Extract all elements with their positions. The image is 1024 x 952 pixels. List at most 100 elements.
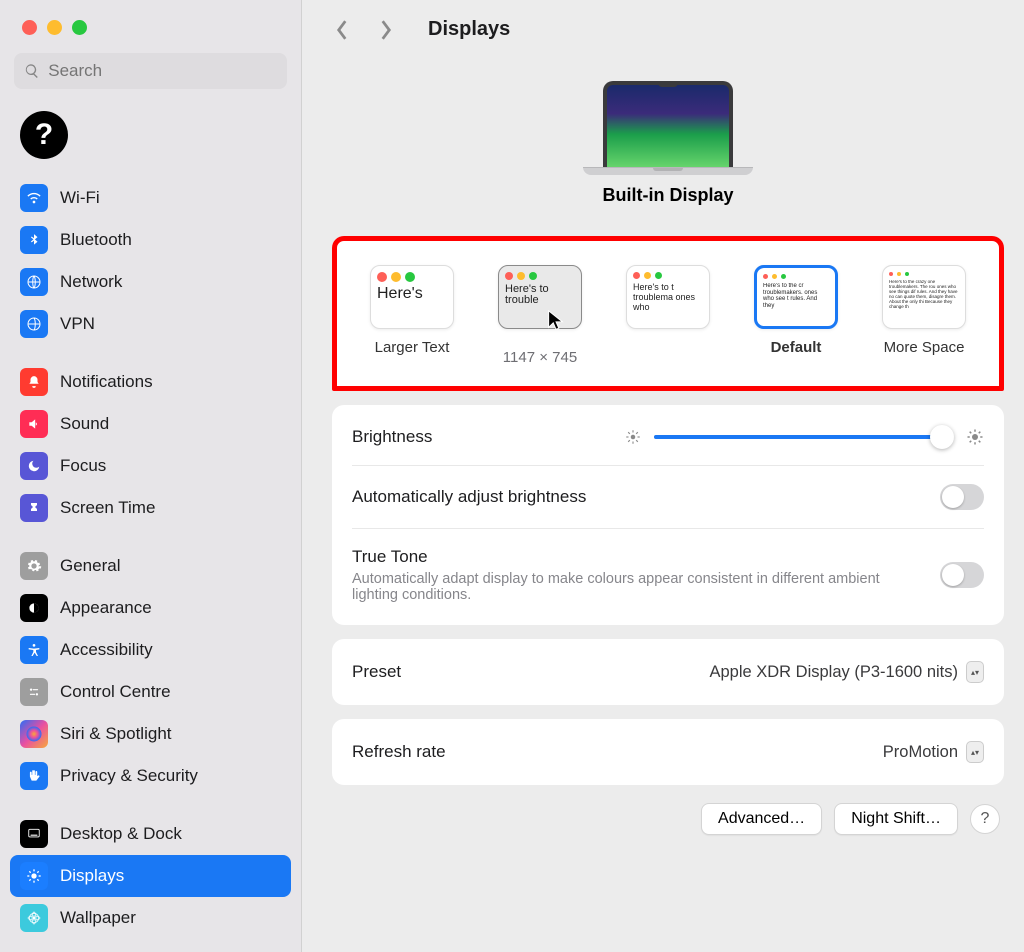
resolution-selector-highlight: Here's Larger Text Here's to trouble1147 ×…	[332, 236, 1004, 391]
brightness-label: Brightness	[352, 427, 432, 447]
sidebar-item-label: Network	[60, 272, 122, 292]
resolution-option-1[interactable]: Here's to trouble1147 × 745	[485, 265, 595, 366]
true-tone-description: Automatically adapt display to make colo…	[352, 571, 912, 603]
auto-brightness-label: Automatically adjust brightness	[352, 487, 586, 507]
sidebar-item-label: Accessibility	[60, 640, 153, 660]
sidebar-item-label: Siri & Spotlight	[60, 724, 172, 744]
sidebar-item-label: Displays	[60, 866, 124, 886]
true-tone-toggle[interactable]	[940, 562, 984, 588]
network-icon	[20, 268, 48, 296]
sidebar-item-displays[interactable]: Displays	[10, 855, 291, 897]
display-name-label: Built-in Display	[602, 185, 733, 206]
sidebar-item-network[interactable]: Network	[10, 261, 291, 303]
true-tone-label: True Tone	[352, 547, 912, 567]
appearance-icon	[20, 594, 48, 622]
sidebar-item-vpn[interactable]: VPN	[10, 303, 291, 345]
resolution-thumb: Here's to the crazy one troublemakers. T…	[882, 265, 966, 329]
dock-icon	[20, 820, 48, 848]
sidebar: ? Wi-Fi Bluetooth Network VPN Notifications S…	[0, 0, 302, 952]
sidebar-item-label: Control Centre	[60, 682, 171, 702]
cursor-icon	[545, 309, 567, 331]
display-settings-panel: Brightness Automatically adjust brightne…	[332, 405, 1004, 625]
sidebar-item-siri-spotlight[interactable]: Siri & Spotlight	[10, 713, 291, 755]
search-input[interactable]	[48, 61, 277, 81]
preset-row[interactable]: Preset Apple XDR Display (P3-1600 nits) …	[352, 643, 984, 701]
siri-icon	[20, 720, 48, 748]
resolution-option-0[interactable]: Here's Larger Text	[357, 265, 467, 356]
minimize-window-button[interactable]	[47, 20, 62, 35]
close-window-button[interactable]	[22, 20, 37, 35]
control-icon	[20, 678, 48, 706]
advanced-button[interactable]: Advanced…	[701, 803, 822, 835]
sidebar-item-label: Appearance	[60, 598, 152, 618]
sound-icon	[20, 410, 48, 438]
brightness-slider[interactable]	[654, 435, 954, 439]
preset-stepper-icon[interactable]: ▴▾	[966, 661, 984, 683]
resolution-option-2[interactable]: Here's to t troublema ones who	[613, 265, 723, 339]
sidebar-item-label: Focus	[60, 456, 106, 476]
sidebar-item-label: Wallpaper	[60, 908, 136, 928]
resolution-thumb: Here's to t troublema ones who	[626, 265, 710, 329]
sidebar-item-sound[interactable]: Sound	[10, 403, 291, 445]
brightness-slider-knob[interactable]	[930, 425, 954, 449]
back-button[interactable]	[332, 20, 352, 40]
hourglass-icon	[20, 494, 48, 522]
preset-panel: Preset Apple XDR Display (P3-1600 nits) …	[332, 639, 1004, 705]
vpn-icon	[20, 310, 48, 338]
sidebar-item-notifications[interactable]: Notifications	[10, 361, 291, 403]
page-title: Displays	[428, 18, 510, 41]
brightness-low-icon	[624, 428, 642, 446]
sidebar-item-focus[interactable]: Focus	[10, 445, 291, 487]
sidebar-item-general[interactable]: General	[10, 545, 291, 587]
resolution-label: Larger Text	[375, 339, 450, 356]
main-area: Displays Built-in Display Here's Larger T…	[302, 0, 1024, 952]
resolution-thumb: Here's to the cr troublemakers. ones who…	[754, 265, 838, 329]
sidebar-item-desktop-dock[interactable]: Desktop & Dock	[10, 813, 291, 855]
night-shift-button[interactable]: Night Shift…	[834, 803, 958, 835]
refresh-rate-row[interactable]: Refresh rate ProMotion ▴▾	[352, 723, 984, 781]
wifi-icon	[20, 184, 48, 212]
sidebar-item-label: Bluetooth	[60, 230, 132, 250]
fullscreen-window-button[interactable]	[72, 20, 87, 35]
resolution-option-3[interactable]: Here's to the cr troublemakers. ones who…	[741, 265, 851, 356]
chevron-right-icon	[379, 19, 393, 41]
resolution-thumb: Here's	[370, 265, 454, 329]
sidebar-item-label: Desktop & Dock	[60, 824, 182, 844]
search-icon	[24, 62, 40, 80]
sidebar-item-appearance[interactable]: Appearance	[10, 587, 291, 629]
refresh-panel: Refresh rate ProMotion ▴▾	[332, 719, 1004, 785]
brightness-high-icon	[966, 428, 984, 446]
hand-icon	[20, 762, 48, 790]
gear-icon	[20, 552, 48, 580]
resolution-option-4[interactable]: Here's to the crazy one troublemakers. T…	[869, 265, 979, 356]
toolbar: Displays	[302, 0, 1024, 51]
search-field[interactable]	[14, 53, 287, 89]
sidebar-item-bluetooth[interactable]: Bluetooth	[10, 219, 291, 261]
sidebar-list: Wi-Fi Bluetooth Network VPN Notifications Sou…	[0, 177, 301, 952]
auto-brightness-toggle[interactable]	[940, 484, 984, 510]
sidebar-item-wi-fi[interactable]: Wi-Fi	[10, 177, 291, 219]
bell-icon	[20, 368, 48, 396]
profile-section[interactable]: ?	[0, 103, 301, 177]
sidebar-item-control-centre[interactable]: Control Centre	[10, 671, 291, 713]
sidebar-item-accessibility[interactable]: Accessibility	[10, 629, 291, 671]
true-tone-row: True Tone Automatically adapt display to…	[352, 529, 984, 621]
accessibility-icon	[20, 636, 48, 664]
sidebar-item-wallpaper[interactable]: Wallpaper	[10, 897, 291, 939]
sidebar-item-screen-time[interactable]: Screen Time	[10, 487, 291, 529]
refresh-rate-value: ProMotion	[883, 743, 958, 762]
resolution-label: Default	[771, 339, 822, 356]
avatar: ?	[20, 111, 68, 159]
resolution-sublabel: 1147 × 745	[503, 349, 577, 366]
forward-button[interactable]	[376, 20, 396, 40]
sidebar-item-privacy-security[interactable]: Privacy & Security	[10, 755, 291, 797]
sidebar-item-label: Screen Time	[60, 498, 155, 518]
footer-buttons: Advanced… Night Shift… ?	[332, 803, 1004, 835]
chevron-left-icon	[335, 19, 349, 41]
resolution-label: More Space	[884, 339, 965, 356]
help-button[interactable]: ?	[970, 804, 1000, 834]
sidebar-item-label: General	[60, 556, 120, 576]
sidebar-item-label: Notifications	[60, 372, 153, 392]
window-traffic-lights	[0, 0, 301, 53]
refresh-stepper-icon[interactable]: ▴▾	[966, 741, 984, 763]
